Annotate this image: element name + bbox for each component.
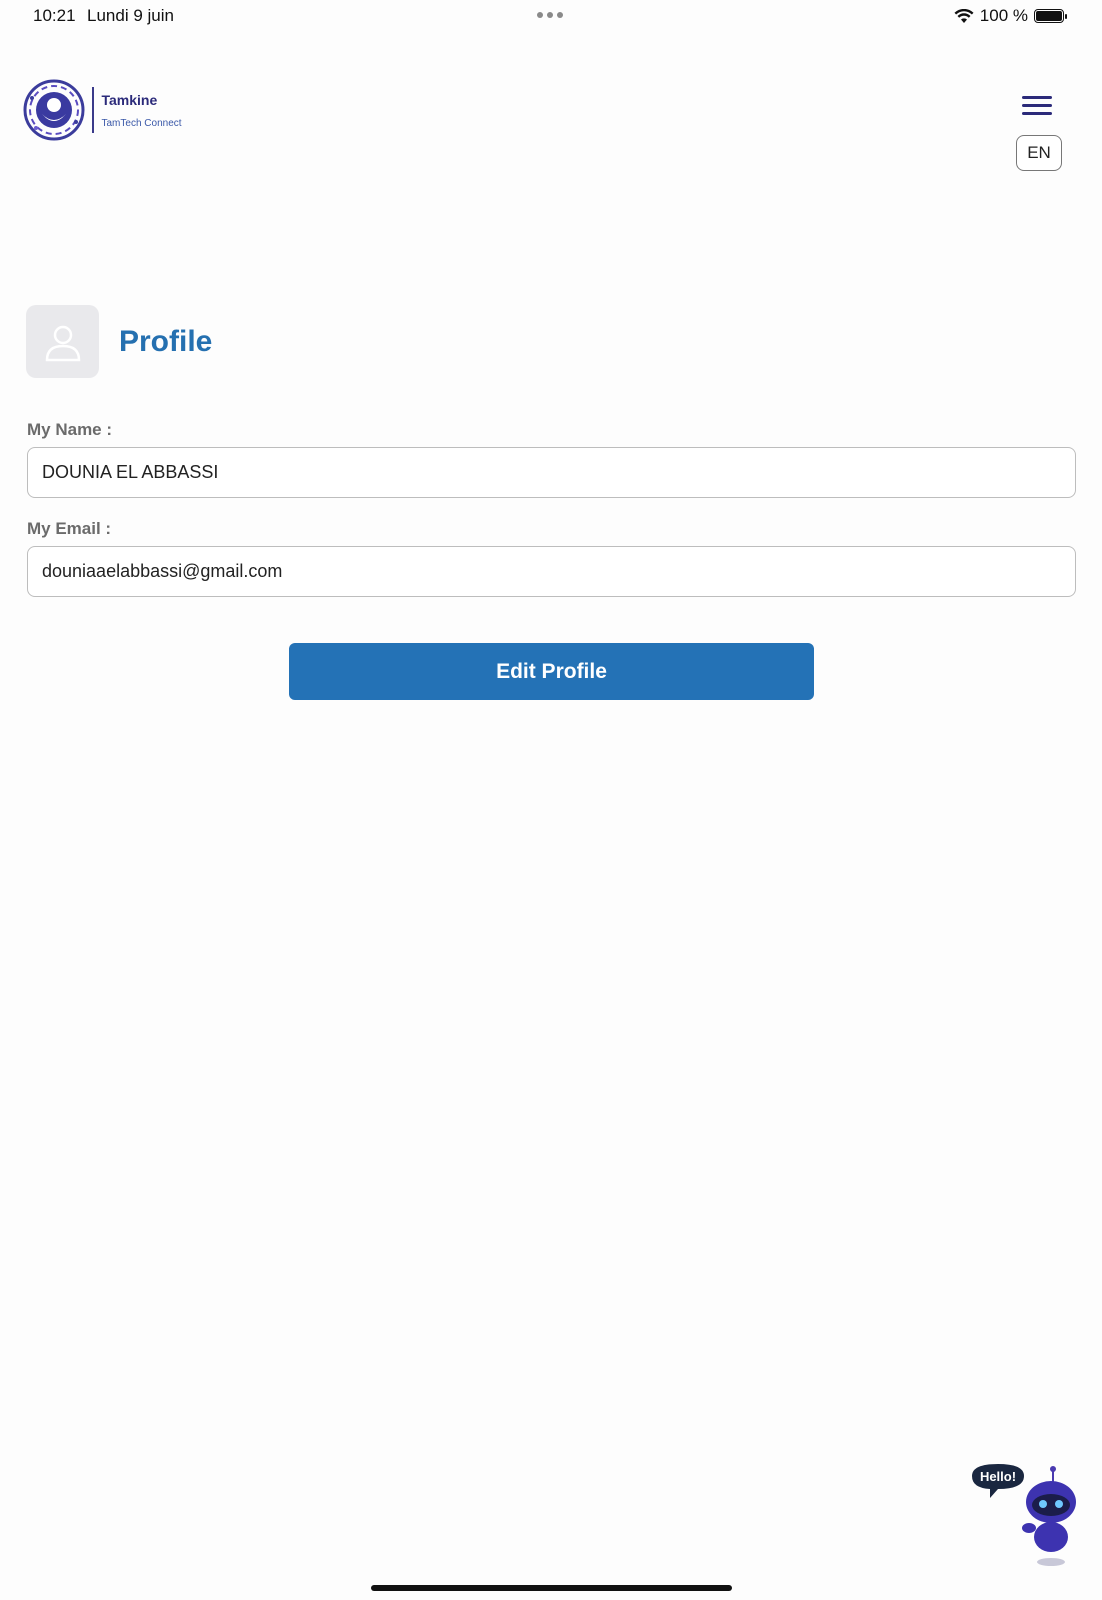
battery-percent: 100 % (979, 6, 1028, 25)
hamburger-menu-icon[interactable] (1022, 96, 1052, 118)
tamkine-logo-icon (23, 79, 85, 141)
name-field[interactable] (27, 447, 1076, 498)
edit-profile-button[interactable]: Edit Profile (289, 643, 814, 700)
language-button[interactable]: EN (1016, 135, 1062, 171)
brand-tagline: TamTech Connect (101, 117, 182, 129)
chatbot-bubble: Hello! (980, 1469, 1016, 1484)
email-field[interactable] (27, 546, 1076, 597)
home-indicator[interactable] (371, 1585, 732, 1591)
wifi-icon (954, 8, 974, 23)
profile-header: Profile (26, 305, 212, 378)
logo-divider (92, 87, 94, 133)
page-title: Profile (119, 324, 213, 358)
status-indicators: 100 % (954, 6, 1067, 26)
battery-icon (1034, 9, 1067, 23)
user-icon (45, 325, 80, 361)
brand-name: Tamkine (101, 91, 158, 108)
status-date: Lundi 9 juin (87, 6, 174, 25)
brand-text: Tamkine TamTech Connect (102, 92, 182, 129)
status-bar: 10:21 Lundi 9 juin 100 % (0, 0, 1102, 34)
status-time: 10:21 (33, 6, 76, 25)
chatbot-robot-icon[interactable]: Hello! (968, 1462, 1078, 1574)
avatar[interactable] (26, 305, 99, 378)
email-label: My Email : (27, 519, 112, 538)
brand-logo[interactable]: Tamkine TamTech Connect (22, 78, 182, 142)
multitasking-dots-icon[interactable] (537, 12, 567, 20)
name-label: My Name : (27, 420, 113, 439)
